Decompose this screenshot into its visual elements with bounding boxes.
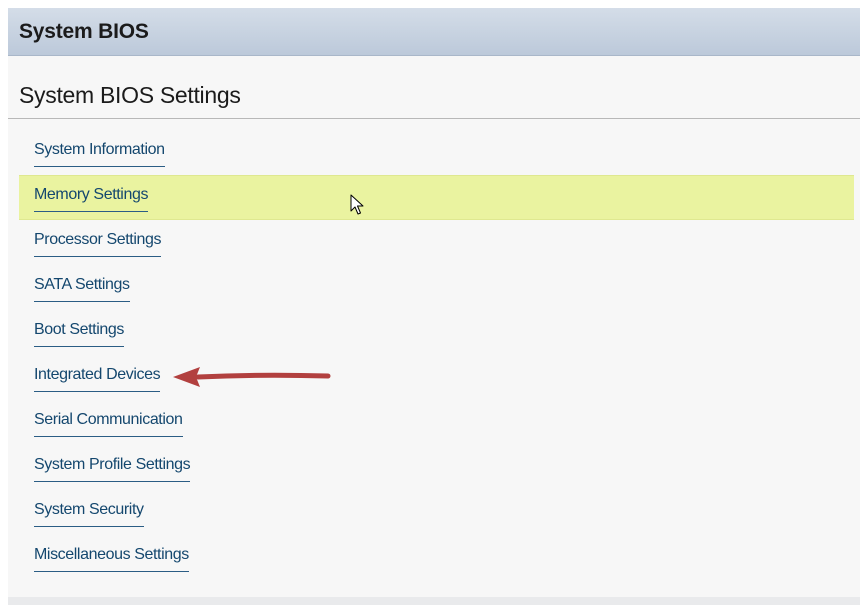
menu-item-system-information[interactable]: System Information — [19, 130, 854, 175]
section-divider — [8, 118, 860, 119]
menu-item-memory-settings[interactable]: Memory Settings — [19, 175, 854, 220]
menu-item-sata-settings[interactable]: SATA Settings — [19, 265, 854, 310]
processor-settings-link[interactable]: Processor Settings — [34, 231, 161, 257]
menu-item-system-profile-settings[interactable]: System Profile Settings — [19, 445, 854, 490]
menu-item-integrated-devices[interactable]: Integrated Devices — [19, 355, 854, 400]
system-security-link[interactable]: System Security — [34, 501, 144, 527]
menu-item-serial-communication[interactable]: Serial Communication — [19, 400, 854, 445]
bottom-strip — [8, 597, 860, 605]
menu-item-boot-settings[interactable]: Boot Settings — [19, 310, 854, 355]
serial-communication-link[interactable]: Serial Communication — [34, 411, 183, 437]
integrated-devices-link[interactable]: Integrated Devices — [34, 366, 161, 392]
menu-item-miscellaneous-settings[interactable]: Miscellaneous Settings — [19, 535, 854, 580]
memory-settings-link[interactable]: Memory Settings — [34, 186, 148, 212]
menu-item-system-security[interactable]: System Security — [19, 490, 854, 535]
mouse-pointer-icon — [350, 194, 364, 215]
boot-settings-link[interactable]: Boot Settings — [34, 321, 124, 347]
settings-menu: System Information Memory Settings Proce… — [19, 130, 854, 580]
bios-window: System BIOS System BIOS Settings System … — [8, 8, 860, 605]
page-title: System BIOS — [19, 20, 149, 43]
section-title: System BIOS Settings — [19, 82, 241, 108]
title-bar: System BIOS — [8, 8, 860, 56]
miscellaneous-settings-link[interactable]: Miscellaneous Settings — [34, 546, 189, 572]
system-information-link[interactable]: System Information — [34, 141, 165, 167]
system-profile-settings-link[interactable]: System Profile Settings — [34, 456, 191, 482]
sata-settings-link[interactable]: SATA Settings — [34, 276, 130, 302]
red-arrow-annotation-icon — [173, 367, 331, 387]
menu-item-processor-settings[interactable]: Processor Settings — [19, 220, 854, 265]
